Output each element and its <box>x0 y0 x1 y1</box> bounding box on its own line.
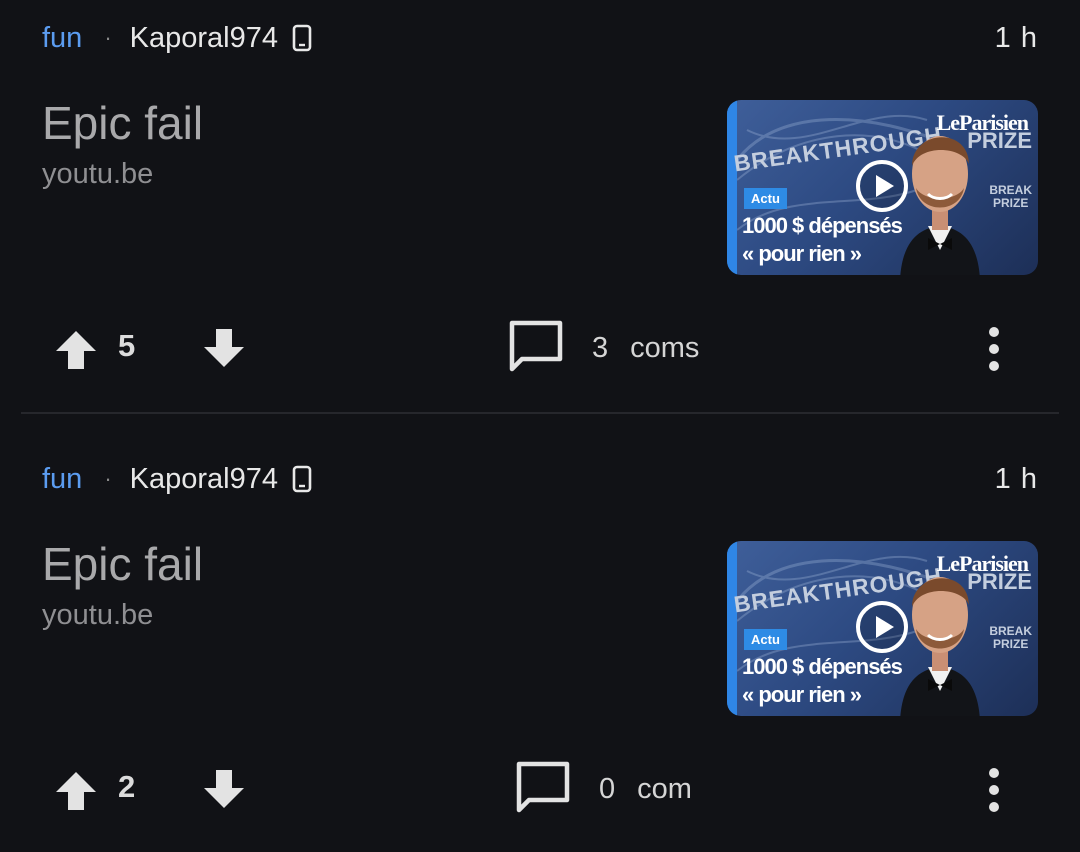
phone-icon <box>292 24 312 52</box>
community-link[interactable]: fun <box>42 463 82 496</box>
post-score: 2 <box>118 769 136 804</box>
more-options-icon[interactable] <box>980 326 1008 377</box>
thumb-stripe <box>727 541 737 716</box>
comment-label: com <box>637 772 692 805</box>
comment-count: 3 <box>592 331 609 364</box>
post-thumbnail[interactable]: BREAKTHROUGH PRIZE LeParisien BREAK PRIZE… <box>727 100 1038 275</box>
comments-button[interactable]: 3 coms <box>508 320 699 376</box>
thumb-headline-2: « pour rien » <box>742 682 862 707</box>
post-title[interactable]: Epic fail <box>42 96 203 150</box>
post-time: 1 h <box>994 21 1038 54</box>
post-domain[interactable]: youtu.be <box>42 599 153 632</box>
upvote-arrow-icon[interactable] <box>55 771 97 816</box>
post-title[interactable]: Epic fail <box>42 537 203 591</box>
author-link[interactable]: Kaporal974 <box>130 22 278 55</box>
downvote-arrow-icon[interactable] <box>203 328 245 373</box>
author-link[interactable]: Kaporal974 <box>130 463 278 496</box>
play-icon[interactable] <box>856 601 908 653</box>
thumb-stripe <box>727 100 737 275</box>
post-actions: 5 3 coms <box>0 320 1080 380</box>
post-divider <box>21 412 1059 414</box>
comment-bubble-icon <box>508 319 564 378</box>
thumb-tag: Actu <box>744 188 787 209</box>
post-time: 1 h <box>994 462 1038 495</box>
thumb-tag: Actu <box>744 629 787 650</box>
thumb-headline-1: 1000 $ dépensés <box>742 213 903 238</box>
thumb-logo: LeParisien <box>936 110 1029 135</box>
post-meta: fun · Kaporal974 1 h <box>42 459 1038 499</box>
meta-separator: · <box>104 25 112 50</box>
community-link[interactable]: fun <box>42 22 82 55</box>
post-domain[interactable]: youtu.be <box>42 158 153 191</box>
comment-bubble-icon <box>515 760 571 819</box>
upvote-arrow-icon[interactable] <box>55 330 97 375</box>
post-score: 5 <box>118 328 136 363</box>
thumb-headline-2: « pour rien » <box>742 241 862 266</box>
thumb-logo: LeParisien <box>936 551 1029 576</box>
meta-separator: · <box>104 466 112 491</box>
thumb-backdrop-small: BREAK PRIZE <box>989 183 1032 210</box>
thumb-headline-1: 1000 $ dépensés <box>742 654 903 679</box>
post-meta: fun · Kaporal974 1 h <box>42 18 1038 58</box>
more-options-icon[interactable] <box>980 767 1008 818</box>
post-thumbnail[interactable]: BREAKTHROUGH PRIZE LeParisien BREAK PRIZE… <box>727 541 1038 716</box>
comment-count: 0 <box>599 772 616 805</box>
post-actions: 2 0 com <box>0 761 1080 821</box>
thumb-backdrop-small: BREAK PRIZE <box>989 624 1032 651</box>
play-icon[interactable] <box>856 160 908 212</box>
phone-icon <box>292 465 312 493</box>
comment-label: coms <box>630 331 700 364</box>
comments-button[interactable]: 0 com <box>515 761 692 817</box>
downvote-arrow-icon[interactable] <box>203 769 245 814</box>
